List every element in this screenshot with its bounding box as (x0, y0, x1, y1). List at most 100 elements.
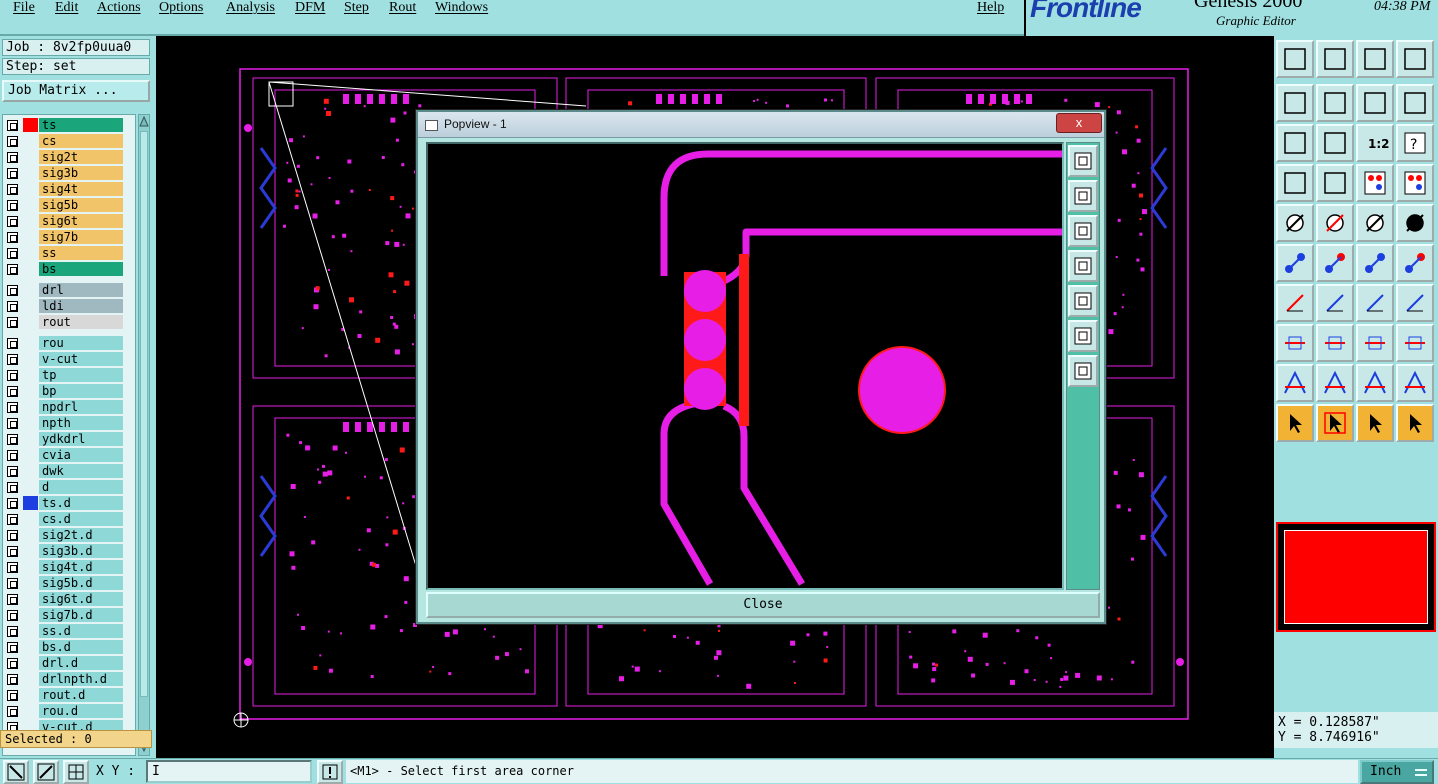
layer-name[interactable]: ldi (39, 299, 123, 313)
line-draw-button[interactable] (1316, 284, 1354, 322)
ascend-4-button[interactable] (1396, 364, 1434, 402)
layer-checkbox[interactable] (7, 248, 18, 259)
scroll-thumb[interactable] (140, 131, 148, 697)
add-line-button[interactable] (1316, 204, 1354, 242)
layer-row-sig3b[interactable]: sig3b (3, 165, 135, 181)
layer-checkbox[interactable] (7, 674, 18, 685)
layer-checkbox[interactable] (7, 216, 18, 227)
layer-name[interactable]: rout (39, 315, 123, 329)
layer-checkbox[interactable] (7, 232, 18, 243)
zoom-fit-button[interactable] (1276, 124, 1314, 162)
window-close-button[interactable]: x (1056, 113, 1102, 133)
arc-button[interactable] (1356, 284, 1394, 322)
layer-name[interactable]: sig7b (39, 230, 123, 244)
select-net-button[interactable] (1276, 244, 1314, 282)
layer-row-ts.d[interactable]: ts.d (3, 495, 135, 511)
unit-selector[interactable]: Inch (1360, 760, 1434, 784)
layer-name[interactable]: npdrl (39, 400, 123, 414)
layer-row-rout[interactable]: rout (3, 314, 135, 330)
layer-row-tp[interactable]: tp (3, 367, 135, 383)
layer-row-drlnpth.d[interactable]: drlnpth.d (3, 671, 135, 687)
menu-help[interactable]: Help (977, 0, 1004, 16)
alert-button[interactable] (317, 760, 343, 784)
layer-name[interactable]: sig2t (39, 150, 123, 164)
next-button[interactable] (1316, 84, 1354, 122)
layer-row-rout.d[interactable]: rout.d (3, 687, 135, 703)
layer-row-sig7b.d[interactable]: sig7b.d (3, 607, 135, 623)
help-button[interactable]: ? (1396, 124, 1434, 162)
layer-row-cs[interactable]: cs (3, 133, 135, 149)
close-button[interactable]: Close (426, 592, 1100, 618)
layer-checkbox[interactable] (7, 285, 18, 296)
layer-name[interactable]: ts (39, 118, 123, 132)
layer-row-npth[interactable]: npth (3, 415, 135, 431)
pointer-box-button[interactable] (1316, 404, 1354, 442)
zoom-1to1-button[interactable]: 1:2 (1356, 124, 1394, 162)
layer-name[interactable]: ts.d (39, 496, 123, 510)
layer-name[interactable]: drl.d (39, 656, 123, 670)
layer-row-sig4t.d[interactable]: sig4t.d (3, 559, 135, 575)
menu-rout[interactable]: Rout (389, 0, 416, 16)
layer-row-bs[interactable]: bs (3, 261, 135, 277)
layer-name[interactable]: bs.d (39, 640, 123, 654)
layer-name[interactable]: drl (39, 283, 123, 297)
layer-name[interactable]: rout.d (39, 688, 123, 702)
layer-name[interactable]: v-cut (39, 352, 123, 366)
layer-checkbox[interactable] (7, 642, 18, 653)
grid-button[interactable] (1316, 164, 1354, 202)
layer-row-sig7b[interactable]: sig7b (3, 229, 135, 245)
layer-name[interactable]: sig4t (39, 182, 123, 196)
layer-name[interactable]: bp (39, 384, 123, 398)
layer-checkbox[interactable] (7, 466, 18, 477)
layer-row-ldi[interactable]: ldi (3, 298, 135, 314)
layer-checkbox[interactable] (7, 690, 18, 701)
layer-checkbox[interactable] (7, 450, 18, 461)
layer-row-sig5b.d[interactable]: sig5b.d (3, 575, 135, 591)
layer-row-sig2t.d[interactable]: sig2t.d (3, 527, 135, 543)
home-button[interactable] (1356, 40, 1394, 78)
menu-edit[interactable]: Edit (55, 0, 78, 16)
layer-name[interactable]: sig4t.d (39, 560, 123, 574)
layer-name[interactable]: rou (39, 336, 123, 350)
layer-row-bs.d[interactable]: bs.d (3, 639, 135, 655)
layers-red-2-button[interactable] (1396, 164, 1434, 202)
layer-row-d[interactable]: d (3, 479, 135, 495)
layer-checkbox[interactable] (7, 498, 18, 509)
swap-button[interactable] (1356, 84, 1394, 122)
layer-checkbox[interactable] (7, 386, 18, 397)
layer-checkbox[interactable] (7, 354, 18, 365)
layer-list-scrollbar[interactable] (138, 114, 150, 756)
layer-name[interactable]: sig3b.d (39, 544, 123, 558)
layer-row-rou[interactable]: rou (3, 335, 135, 351)
layer-checkbox[interactable] (7, 578, 18, 589)
job-matrix-button[interactable]: Job Matrix ... (2, 80, 150, 102)
layer-checkbox[interactable] (7, 152, 18, 163)
layer-row-sig3b.d[interactable]: sig3b.d (3, 543, 135, 559)
layer-name[interactable]: ydkdrl (39, 432, 123, 446)
layer-row-npdrl[interactable]: npdrl (3, 399, 135, 415)
move-point-button[interactable] (1356, 244, 1394, 282)
layer-checkbox[interactable] (7, 434, 18, 445)
split-window-button[interactable] (1396, 40, 1434, 78)
layer-name[interactable]: npth (39, 416, 123, 430)
layer-name[interactable]: drlnpth.d (39, 672, 123, 686)
layer-checkbox[interactable] (7, 184, 18, 195)
layer-checkbox[interactable] (7, 594, 18, 605)
layer-checkbox[interactable] (7, 168, 18, 179)
measure-button[interactable] (33, 760, 59, 784)
layer-checkbox[interactable] (7, 530, 18, 541)
layer-name[interactable]: dwk (39, 464, 123, 478)
measure-line-button[interactable] (1316, 324, 1354, 362)
layer-row-ss[interactable]: ss (3, 245, 135, 261)
layer-checkbox[interactable] (7, 402, 18, 413)
layer-name[interactable]: sig2t.d (39, 528, 123, 542)
pad-select-button[interactable] (1276, 324, 1314, 362)
pop-zoom-center-button[interactable] (1068, 355, 1098, 387)
pop-zoom-area-button[interactable] (1068, 145, 1098, 177)
layer-name[interactable]: ss (39, 246, 123, 260)
layer-row-dwk[interactable]: dwk (3, 463, 135, 479)
layer-row-rou.d[interactable]: rou.d (3, 703, 135, 719)
layer-checkbox[interactable] (7, 338, 18, 349)
layer-checkbox[interactable] (7, 562, 18, 573)
layer-checkbox[interactable] (7, 370, 18, 381)
